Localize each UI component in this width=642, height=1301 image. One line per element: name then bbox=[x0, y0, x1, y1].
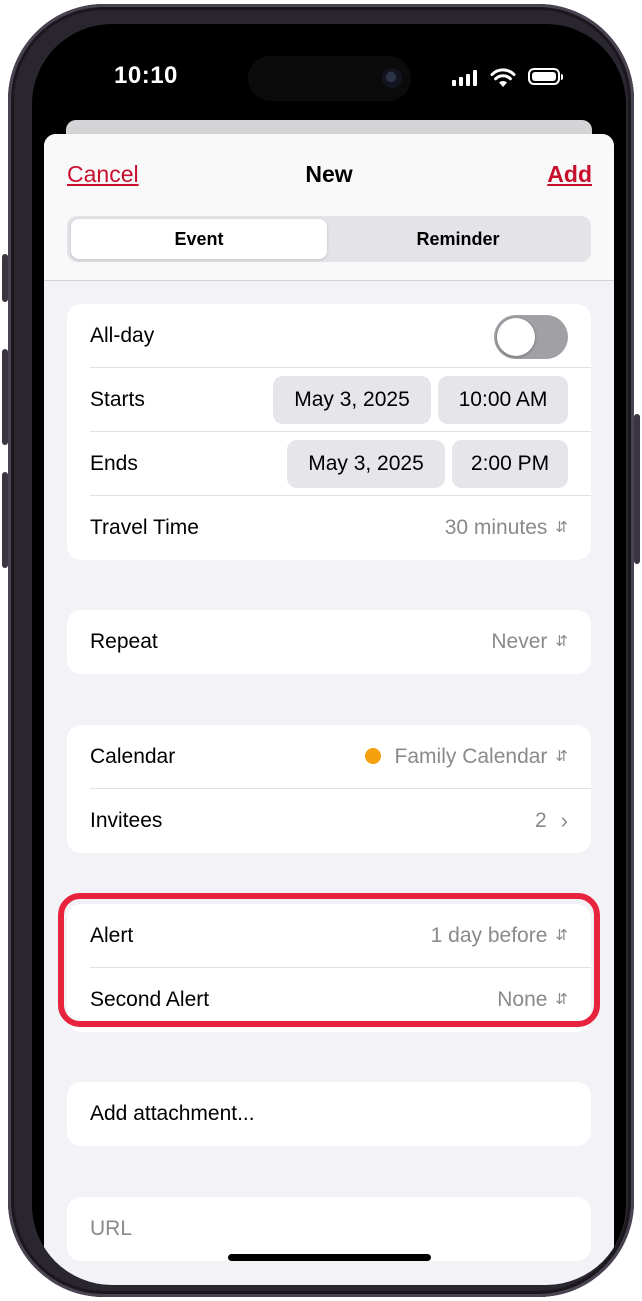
chevron-updown-icon: ⇵ bbox=[555, 633, 568, 650]
action-button bbox=[2, 254, 8, 302]
calendar-label: Calendar bbox=[90, 745, 176, 768]
alert-label: Alert bbox=[90, 924, 134, 947]
calendar-card: Calendar Family Calendar ⇵ Invitees 2 › bbox=[67, 725, 591, 853]
sheet-title: New bbox=[305, 161, 353, 187]
power-button bbox=[634, 414, 640, 564]
wifi-icon bbox=[490, 68, 516, 87]
repeat-row[interactable]: Repeat Never ⇵ bbox=[67, 610, 591, 674]
camera-icon bbox=[382, 68, 402, 88]
allday-row: All-day bbox=[67, 304, 591, 368]
home-indicator[interactable] bbox=[228, 1254, 431, 1261]
second-alert-row[interactable]: Second Alert None ⇵ bbox=[67, 968, 591, 1032]
second-alert-label: Second Alert bbox=[90, 988, 210, 1011]
alerts-card: Alert 1 day before ⇵ Second Alert None ⇵ bbox=[67, 904, 591, 1032]
add-attachment-label: Add attachment... bbox=[90, 1102, 255, 1125]
chevron-updown-icon: ⇵ bbox=[555, 519, 568, 536]
travel-time-label: Travel Time bbox=[90, 516, 199, 539]
calendar-value: Family Calendar bbox=[394, 745, 548, 768]
segment-event[interactable]: Event bbox=[71, 219, 327, 259]
starts-row: Starts May 3, 2025 10:00 AM bbox=[67, 368, 591, 432]
repeat-value: Never bbox=[491, 630, 548, 653]
chevron-right-icon: › bbox=[560, 808, 568, 833]
segment-reminder[interactable]: Reminder bbox=[330, 219, 586, 259]
calendar-color-dot bbox=[364, 748, 381, 764]
end-date-button[interactable]: May 3, 2025 bbox=[287, 440, 445, 488]
alert-row[interactable]: Alert 1 day before ⇵ bbox=[67, 904, 591, 968]
chevron-updown-icon: ⇵ bbox=[555, 748, 568, 765]
repeat-label: Repeat bbox=[90, 630, 158, 653]
status-bar: 10:10 bbox=[32, 24, 626, 124]
phone-frame: 10:10 Cancel New Add Event Reminder All-… bbox=[2, 4, 640, 1297]
attachment-card: Add attachment... bbox=[67, 1082, 591, 1146]
invitees-label: Invitees bbox=[90, 809, 163, 832]
travel-time-value-group: 30 minutes ⇵ bbox=[445, 496, 568, 560]
travel-time-row[interactable]: Travel Time 30 minutes ⇵ bbox=[67, 496, 591, 560]
url-row: URL bbox=[67, 1197, 591, 1261]
event-type-segmented-control: Event Reminder bbox=[67, 216, 591, 262]
start-date-button[interactable]: May 3, 2025 bbox=[273, 376, 431, 424]
calendar-value-group: Family Calendar ⇵ bbox=[364, 725, 568, 789]
ends-row: Ends May 3, 2025 2:00 PM bbox=[67, 432, 591, 496]
repeat-value-group: Never ⇵ bbox=[491, 610, 568, 674]
allday-label: All-day bbox=[90, 324, 155, 347]
new-event-sheet: Cancel New Add Event Reminder All-day St… bbox=[44, 134, 614, 1285]
travel-time-value: 30 minutes bbox=[444, 516, 548, 539]
invitees-count: 2 bbox=[534, 809, 547, 832]
chevron-updown-icon: ⇵ bbox=[555, 927, 568, 944]
chevron-updown-icon: ⇵ bbox=[555, 991, 568, 1008]
schedule-card: All-day Starts May 3, 2025 10:00 AM Ends… bbox=[67, 304, 591, 560]
starts-label: Starts bbox=[90, 388, 145, 411]
invitees-row[interactable]: Invitees 2 › bbox=[67, 789, 591, 853]
volume-up-button bbox=[2, 349, 8, 445]
add-button[interactable]: Add bbox=[547, 161, 592, 188]
allday-toggle[interactable] bbox=[494, 315, 568, 359]
url-field[interactable]: URL bbox=[90, 1197, 132, 1261]
sheet-header: Cancel New Add Event Reminder bbox=[44, 134, 614, 281]
url-card: URL bbox=[67, 1197, 591, 1261]
toggle-knob bbox=[497, 318, 535, 356]
second-alert-value: None bbox=[497, 988, 548, 1011]
end-time-button[interactable]: 2:00 PM bbox=[452, 440, 568, 488]
calendar-row[interactable]: Calendar Family Calendar ⇵ bbox=[67, 725, 591, 789]
ends-label: Ends bbox=[90, 452, 138, 475]
cellular-signal-icon bbox=[452, 70, 478, 86]
invitees-value-group: 2 › bbox=[535, 789, 568, 853]
alert-value: 1 day before bbox=[430, 924, 548, 947]
start-time-button[interactable]: 10:00 AM bbox=[438, 376, 568, 424]
volume-down-button bbox=[2, 472, 8, 568]
battery-icon bbox=[528, 68, 563, 85]
alert-value-group: 1 day before ⇵ bbox=[431, 904, 568, 968]
repeat-card: Repeat Never ⇵ bbox=[67, 610, 591, 674]
add-attachment-row[interactable]: Add attachment... bbox=[67, 1082, 591, 1146]
status-time: 10:10 bbox=[114, 62, 178, 89]
second-alert-value-group: None ⇵ bbox=[497, 968, 568, 1032]
screen: 10:10 Cancel New Add Event Reminder All-… bbox=[32, 24, 626, 1285]
